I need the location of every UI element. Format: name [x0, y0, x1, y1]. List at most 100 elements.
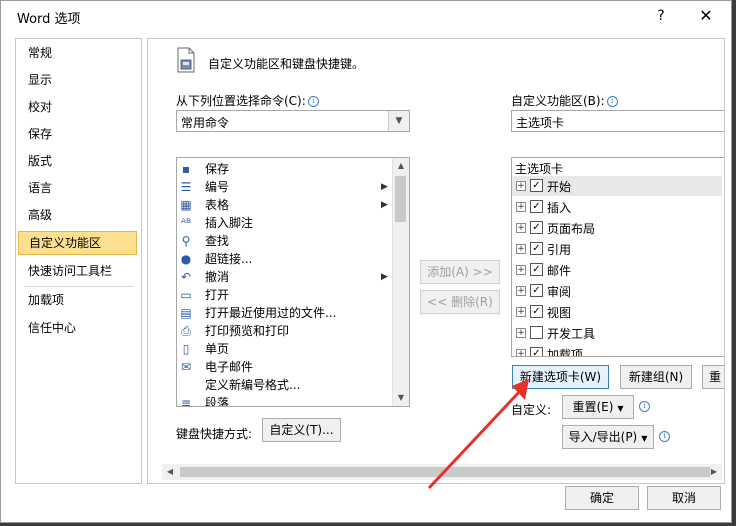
nav-divider: [24, 286, 134, 287]
command-item[interactable]: ⎙ 打印预览和打印: [177, 322, 393, 340]
command-item[interactable]: 定义新编号格式...: [177, 376, 393, 394]
single-page-icon: ▯: [182, 342, 190, 356]
nav-item-layout[interactable]: 版式: [18, 149, 137, 173]
rename-button[interactable]: 重: [702, 365, 724, 389]
tab-checkbox[interactable]: [530, 326, 543, 339]
nav-item-proofing[interactable]: 校对: [18, 95, 137, 119]
customize-ribbon-dropdown[interactable]: 主选项卡: [511, 110, 724, 132]
command-item[interactable]: ▪ 保存: [177, 160, 393, 178]
command-item[interactable]: ⚲ 查找: [177, 232, 393, 250]
expand-icon[interactable]: +: [516, 286, 526, 296]
command-item[interactable]: ↶ 撤消 ▶: [177, 268, 393, 286]
dropdown-arrow-icon: ▼: [617, 404, 624, 413]
ribbon-tab-item[interactable]: + ✓ 邮件: [512, 260, 722, 280]
tab-checkbox[interactable]: ✓: [530, 347, 543, 356]
command-label: 打开: [205, 288, 230, 302]
nav-item-trust-center[interactable]: 信任中心: [18, 316, 137, 340]
numbering-icon: ☰: [180, 180, 192, 194]
tab-checkbox[interactable]: ✓: [530, 242, 543, 255]
tab-checkbox[interactable]: ✓: [530, 200, 543, 213]
command-label: 定义新编号格式...: [205, 378, 301, 392]
ok-button[interactable]: 确定: [565, 486, 639, 510]
ribbon-tab-item[interactable]: + ✓ 插入: [512, 197, 722, 217]
scroll-left-icon[interactable]: ◀: [162, 464, 178, 480]
tab-checkbox[interactable]: ✓: [530, 179, 543, 192]
footnote-icon: ᴬᴮ: [180, 216, 192, 230]
ribbon-tab-item[interactable]: + ✓ 页面布局: [512, 218, 722, 238]
nav-item-customize-ribbon[interactable]: 自定义功能区: [18, 231, 137, 255]
expand-icon[interactable]: +: [516, 328, 526, 338]
keyboard-shortcut-label: 键盘快捷方式:: [176, 427, 253, 441]
nav-item-addins[interactable]: 加载项: [18, 288, 137, 312]
nav-item-display[interactable]: 显示: [18, 68, 137, 92]
panel-heading: 自定义功能区和键盘快捷键。: [208, 57, 365, 71]
command-item[interactable]: ☰ 编号 ▶: [177, 178, 393, 196]
options-nav: 常规 显示 校对 保存 版式 语言 高级 自定义功能区 快速访问工具栏 加载项 …: [15, 38, 142, 484]
help-button[interactable]: ?: [651, 6, 671, 26]
command-item[interactable]: ▯ 单页: [177, 340, 393, 358]
import-export-button[interactable]: 导入/导出(P) ▼: [562, 425, 654, 449]
nav-item-general[interactable]: 常规: [18, 41, 137, 65]
add-button[interactable]: 添加(A) >>: [420, 260, 500, 284]
paragraph-icon: ≡: [180, 396, 192, 407]
nav-item-save[interactable]: 保存: [18, 122, 137, 146]
email-icon: ✉: [180, 360, 192, 374]
expand-icon[interactable]: +: [516, 202, 526, 212]
command-item[interactable]: ▤ 打开最近使用过的文件...: [177, 304, 393, 322]
command-item[interactable]: ✉ 电子邮件: [177, 358, 393, 376]
reset-dropdown-button[interactable]: 重置(E) ▼: [562, 395, 634, 419]
new-group-button[interactable]: 新建组(N): [620, 365, 692, 389]
expand-icon[interactable]: +: [516, 181, 526, 191]
horizontal-scroll-thumb[interactable]: [180, 467, 710, 477]
ribbon-tab-label: 开始: [547, 180, 572, 194]
cancel-button[interactable]: 取消: [647, 486, 721, 510]
expand-icon[interactable]: +: [516, 244, 526, 254]
tab-checkbox[interactable]: ✓: [530, 221, 543, 234]
tab-checkbox[interactable]: ✓: [530, 305, 543, 318]
command-label: 插入脚注: [205, 216, 254, 230]
ribbon-tab-item[interactable]: + ✓ 视图: [512, 302, 722, 322]
command-item[interactable]: ● 超链接...: [177, 250, 393, 268]
nav-item-language[interactable]: 语言: [18, 176, 137, 200]
ribbon-tabs-tree[interactable]: 主选项卡 + ✓ 开始 + ✓ 插入 + ✓ 页面布局 + ✓ 引用 + ✓ 邮件 + ✓ 审阅 + ✓ 视图 + 开发工具…: [511, 157, 724, 357]
scroll-down-icon[interactable]: ▼: [393, 390, 409, 406]
chevron-down-icon[interactable]: ▼: [388, 111, 409, 131]
scroll-up-icon[interactable]: ▲: [393, 158, 409, 174]
command-item[interactable]: ᴬᴮ 插入脚注: [177, 214, 393, 232]
command-label: 打开最近使用过的文件...: [205, 306, 337, 320]
tab-checkbox[interactable]: ✓: [530, 284, 543, 297]
ribbon-tab-label: 邮件: [547, 264, 572, 278]
ribbon-tab-item[interactable]: + ✓ 审阅: [512, 281, 722, 301]
dropdown-arrow-icon: ▼: [641, 434, 648, 443]
panel-horizontal-scrollbar[interactable]: ◀ ▶: [162, 464, 722, 480]
command-item[interactable]: ≡ 段落: [177, 394, 393, 407]
nav-item-advanced[interactable]: 高级: [18, 203, 137, 227]
remove-button[interactable]: << 删除(R): [420, 290, 500, 314]
close-button[interactable]: ✕: [691, 5, 721, 27]
ribbon-tab-item[interactable]: + ✓ 开始: [512, 176, 722, 196]
expand-icon[interactable]: +: [516, 349, 526, 356]
tab-checkbox[interactable]: ✓: [530, 263, 543, 276]
ribbon-tab-item[interactable]: + ✓ 加载项: [512, 344, 722, 356]
expand-icon[interactable]: +: [516, 223, 526, 233]
new-tab-button[interactable]: 新建选项卡(W): [512, 365, 609, 389]
expand-icon[interactable]: +: [516, 307, 526, 317]
ribbon-tab-item[interactable]: + ✓ 引用: [512, 239, 722, 259]
command-item[interactable]: ▦ 表格 ▶: [177, 196, 393, 214]
nav-item-quick-access[interactable]: 快速访问工具栏: [18, 259, 137, 283]
commands-scrollbar[interactable]: ▲ ▼: [392, 158, 409, 406]
customize-ribbon-text: 自定义功能区(B):: [511, 94, 605, 108]
command-item[interactable]: ▭ 打开: [177, 286, 393, 304]
print-preview-icon: ⎙: [181, 324, 191, 338]
info-icon: i: [606, 96, 618, 107]
choose-commands-dropdown[interactable]: 常用命令 ▼: [176, 110, 410, 132]
commands-list[interactable]: ▪ 保存 ☰ 编号 ▶ ▦ 表格 ▶ ᴬᴮ 插入脚注 ⚲ 查找 ● 超链接... ↶ 撤消 ▶ ▭ 打开 ▤ 打开最近使…: [176, 157, 410, 407]
info-icon: i: [639, 401, 650, 412]
customize-shortcuts-button[interactable]: 自定义(T)...: [262, 418, 341, 442]
customize-ribbon-value: 主选项卡: [516, 116, 565, 130]
scroll-thumb[interactable]: [395, 176, 406, 222]
scroll-right-icon[interactable]: ▶: [706, 464, 722, 480]
expand-icon[interactable]: +: [516, 265, 526, 275]
custom-label: 自定义:: [511, 403, 552, 417]
ribbon-tab-item[interactable]: + 开发工具: [512, 323, 722, 343]
